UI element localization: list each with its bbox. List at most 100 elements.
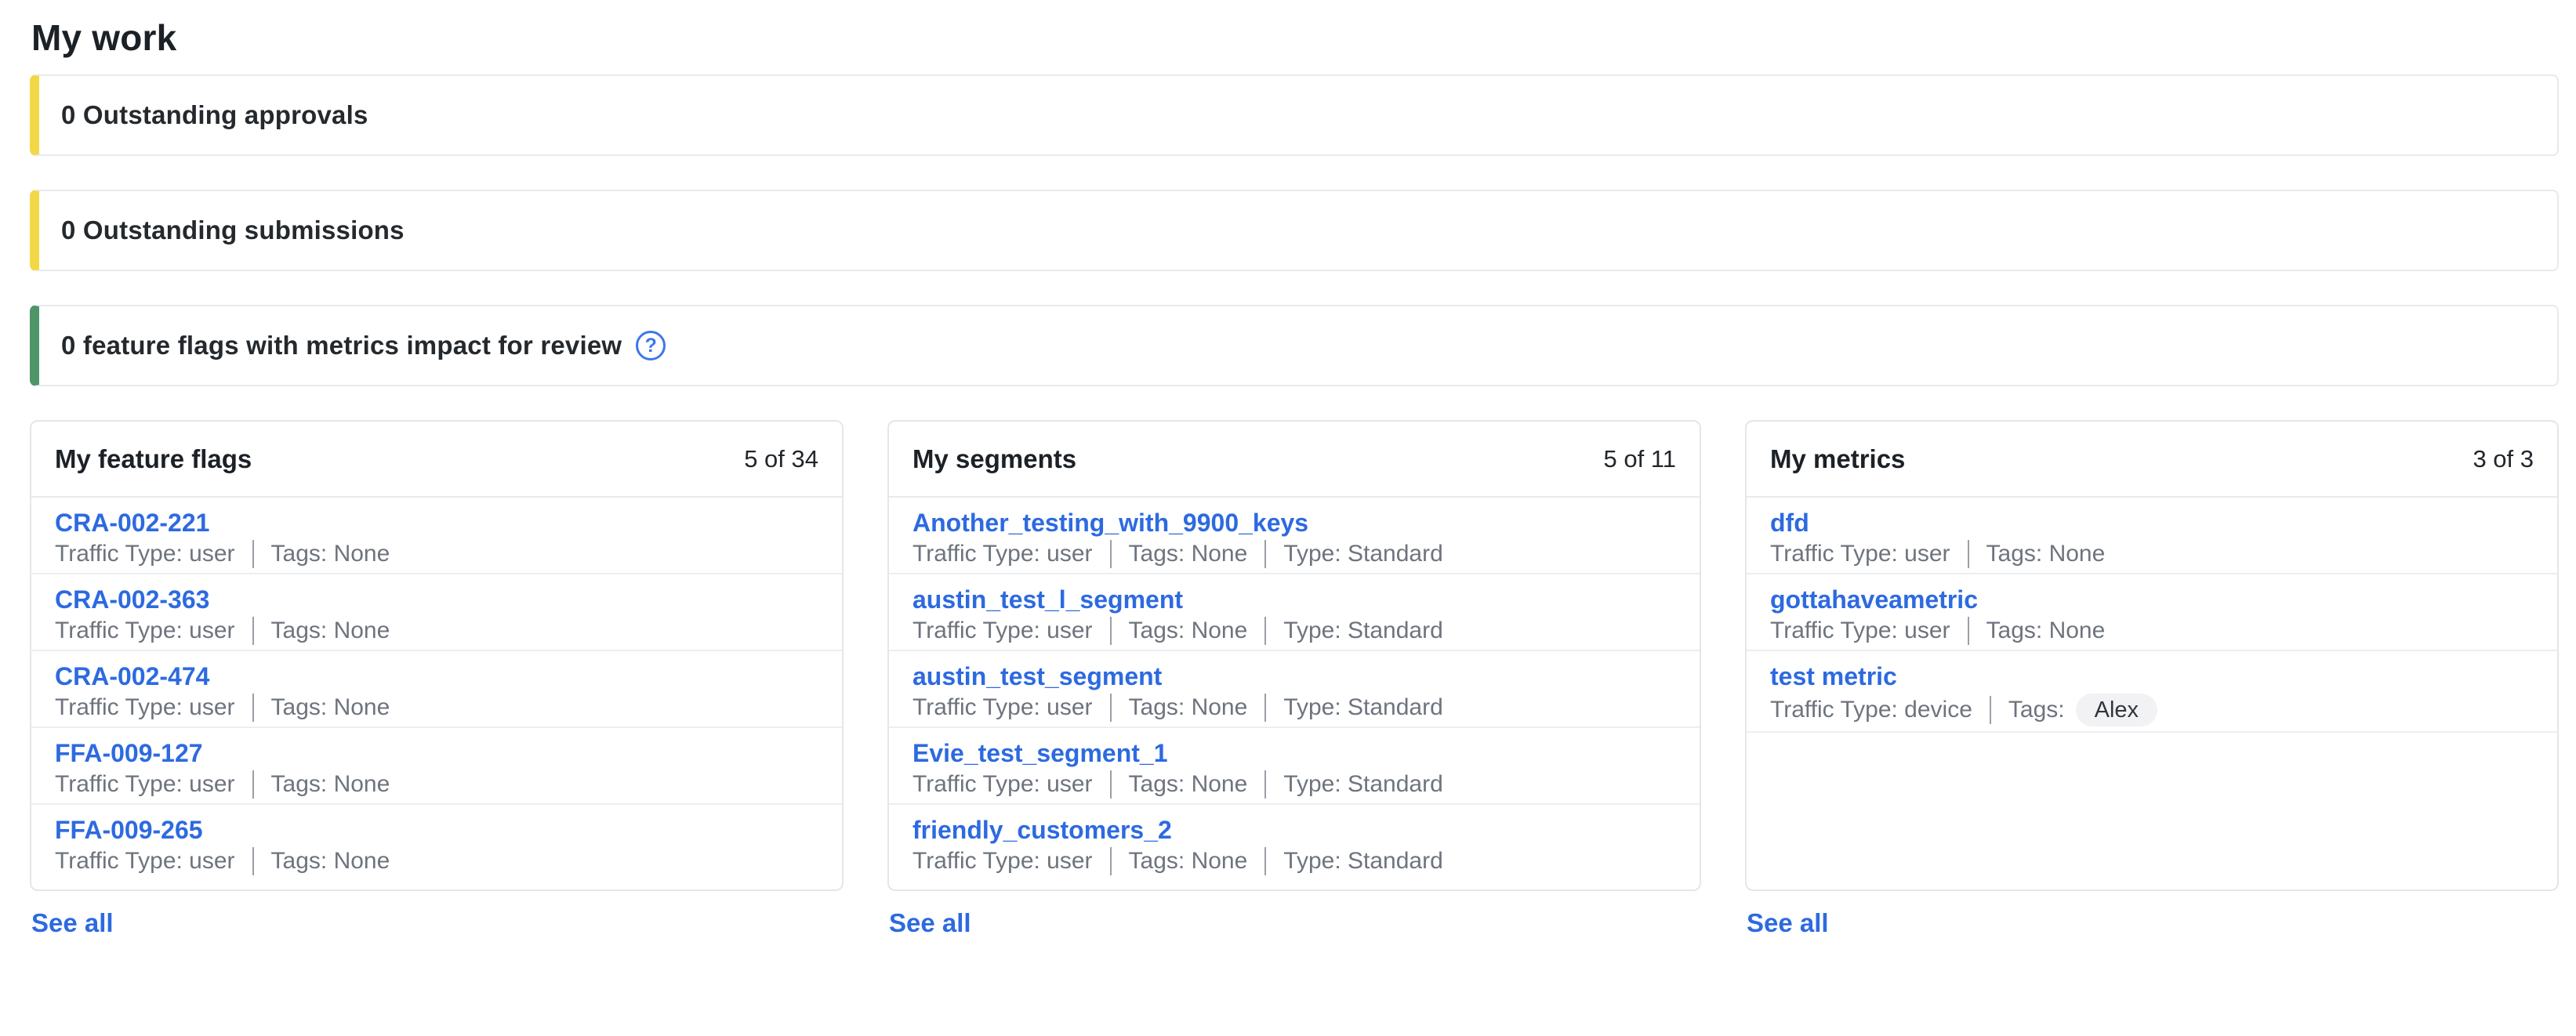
page-title: My work (31, 16, 2559, 60)
item-link[interactable]: Another_testing_with_9900_keys (912, 507, 1308, 538)
meta-separator (252, 617, 254, 645)
meta-text: Traffic Type: user (912, 694, 1093, 722)
meta-text: Tags: None (271, 847, 390, 875)
item-link[interactable]: friendly_customers_2 (912, 814, 1172, 846)
alert-outstanding-submissions: 0 Outstanding submissions (30, 190, 2559, 271)
meta-text: Traffic Type: user (1770, 617, 1950, 645)
card-body: dfd Traffic Type: userTags: None gottaha… (1747, 498, 2557, 733)
meta-separator (1264, 540, 1266, 568)
item-meta: Traffic Type: deviceTags:Alex (1770, 694, 2534, 726)
card-count: 3 of 3 (2473, 445, 2534, 473)
item-meta: Traffic Type: userTags: None (55, 617, 818, 645)
list-item: CRA-002-221 Traffic Type: userTags: None (31, 498, 842, 574)
meta-separator (252, 694, 254, 722)
item-link[interactable]: CRA-002-363 (55, 584, 209, 615)
item-link[interactable]: austin_test_segment (912, 661, 1162, 692)
see-all-link[interactable]: See all (1747, 908, 1829, 938)
card-body: CRA-002-221 Traffic Type: userTags: None… (31, 498, 842, 889)
meta-separator (1968, 617, 1969, 645)
alert-text: 0 feature flags with metrics impact for … (61, 331, 622, 360)
item-link[interactable]: Evie_test_segment_1 (912, 737, 1168, 769)
meta-separator (1264, 694, 1266, 722)
meta-text: Tags: None (1129, 617, 1248, 645)
card-header: My metrics 3 of 3 (1747, 422, 2557, 498)
meta-separator (1110, 770, 1112, 799)
card-header: My feature flags 5 of 34 (31, 422, 842, 498)
cards-row: My feature flags 5 of 34 CRA-002-221 Tra… (30, 420, 2559, 938)
meta-text: Traffic Type: user (55, 540, 235, 568)
item-link[interactable]: CRA-002-474 (55, 661, 209, 692)
item-link[interactable]: FFA-009-127 (55, 737, 203, 769)
card-column: My feature flags 5 of 34 CRA-002-221 Tra… (30, 420, 844, 938)
item-meta: Traffic Type: userTags: None (55, 540, 818, 568)
meta-separator (1110, 540, 1112, 568)
alert-flags-metrics-impact: 0 feature flags with metrics impact for … (30, 305, 2559, 386)
meta-text: Traffic Type: user (1770, 540, 1950, 568)
meta-text: Traffic Type: user (912, 847, 1093, 875)
meta-text: Type: Standard (1283, 770, 1442, 799)
card: My feature flags 5 of 34 CRA-002-221 Tra… (30, 420, 844, 891)
item-link[interactable]: test metric (1770, 661, 1897, 692)
meta-text: Traffic Type: user (912, 770, 1093, 799)
card: My segments 5 of 11 Another_testing_with… (887, 420, 1701, 891)
card-header: My segments 5 of 11 (889, 422, 1700, 498)
meta-text: Traffic Type: user (912, 540, 1093, 568)
meta-separator (1264, 770, 1266, 799)
item-meta: Traffic Type: user Tags: None (55, 694, 818, 722)
card-count: 5 of 34 (744, 445, 818, 473)
meta-text: Traffic Type: user (912, 617, 1093, 645)
card-title: My feature flags (55, 444, 252, 474)
item-link[interactable]: CRA-002-221 (55, 507, 209, 538)
item-meta: Traffic Type: user Tags: None (55, 847, 818, 875)
item-link[interactable]: dfd (1770, 507, 1809, 538)
meta-text: Type: Standard (1283, 617, 1442, 645)
meta-separator (1968, 540, 1969, 568)
see-all-link[interactable]: See all (889, 908, 971, 938)
item-link[interactable]: austin_test_l_segment (912, 584, 1183, 615)
meta-separator (1264, 617, 1266, 645)
list-item: dfd Traffic Type: user Tags: None (1747, 498, 2557, 574)
item-meta: Traffic Type: userTags: None (55, 770, 818, 799)
item-meta: Traffic Type: userTags: None (1770, 617, 2534, 645)
meta-text: Tags: None (1986, 540, 2106, 568)
meta-separator (252, 540, 254, 568)
meta-text: Tags: None (1129, 770, 1248, 799)
my-work-page: My work 0 Outstanding approvals 0 Outsta… (0, 0, 2576, 938)
meta-text: Tags: None (1129, 540, 1248, 568)
alert-text: 0 Outstanding submissions (61, 216, 405, 245)
list-item: Evie_test_segment_1 Traffic Type: user Ta… (889, 728, 1700, 805)
meta-text: Traffic Type: device (1770, 696, 1972, 724)
meta-separator (1990, 696, 1991, 724)
see-all-link[interactable]: See all (31, 908, 114, 938)
list-item: test metric Traffic Type: deviceTags:Ale… (1747, 651, 2557, 733)
item-meta: Traffic Type: user Tags: None Type: Standa… (912, 540, 1676, 568)
meta-text: Tags: None (1129, 694, 1248, 722)
list-item: CRA-002-474 Traffic Type: user Tags: None (31, 651, 842, 728)
list-item: austin_test_l_segment Traffic Type: user… (889, 574, 1700, 651)
meta-text: Tags: None (1129, 847, 1248, 875)
item-link[interactable]: gottahaveametric (1770, 584, 1978, 615)
meta-text: Traffic Type: user (55, 770, 235, 799)
list-item: friendly_customers_2 Traffic Type: userT… (889, 805, 1700, 889)
item-meta: Traffic Type: user Tags: None Type: Standa… (912, 847, 1676, 875)
question-circle-icon[interactable]: ? (636, 331, 666, 360)
card-count: 5 of 11 (1603, 445, 1676, 473)
item-meta: Traffic Type: user Tags: None Type: Standa… (912, 694, 1676, 722)
card-body: Another_testing_with_9900_keys Traffic T… (889, 498, 1700, 889)
list-item: CRA-002-363 Traffic Type: userTags: None (31, 574, 842, 651)
list-item: FFA-009-265 Traffic Type: user Tags: None (31, 805, 842, 889)
meta-text: Type: Standard (1283, 540, 1442, 568)
alert-text: 0 Outstanding approvals (61, 100, 368, 130)
card: My metrics 3 of 3 dfd Traffic Type: user… (1745, 420, 2559, 891)
list-item: austin_test_segment Traffic Type: user Ta… (889, 651, 1700, 728)
meta-text: Type: Standard (1283, 694, 1442, 722)
meta-text: Type: Standard (1283, 847, 1442, 875)
alert-outstanding-approvals: 0 Outstanding approvals (30, 74, 2559, 156)
list-item: Another_testing_with_9900_keys Traffic T… (889, 498, 1700, 574)
meta-text: Traffic Type: user (55, 847, 235, 875)
meta-text: Traffic Type: user (55, 694, 235, 722)
item-link[interactable]: FFA-009-265 (55, 814, 203, 846)
meta-text: Tags: None (271, 694, 390, 722)
card-title: My metrics (1770, 444, 1905, 474)
list-item: gottahaveametric Traffic Type: userTags:… (1747, 574, 2557, 651)
